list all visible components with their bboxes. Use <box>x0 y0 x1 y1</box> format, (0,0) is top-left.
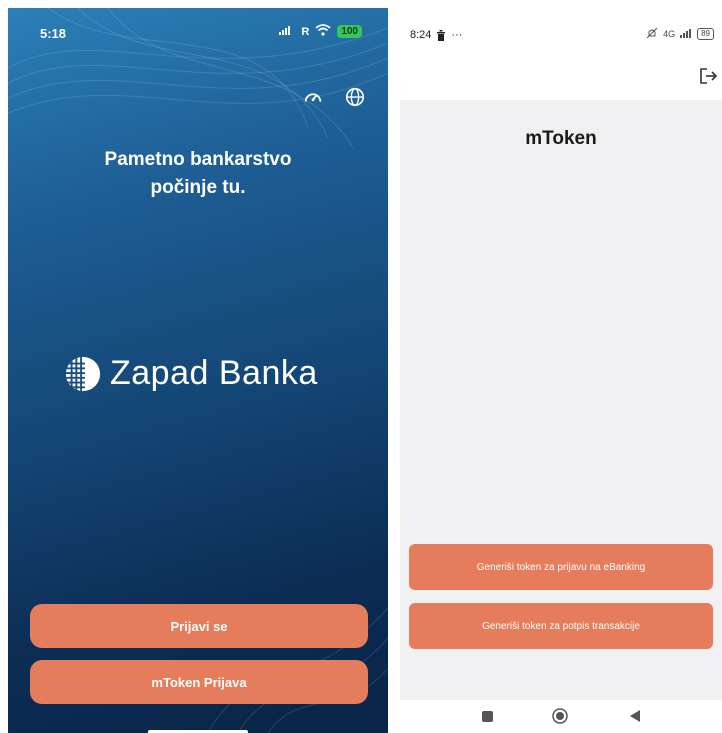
headline: Pametno bankarstvo počinje tu. <box>8 146 388 202</box>
status-icons: 4G 89 <box>646 27 714 41</box>
android-nav-bar <box>400 700 722 733</box>
mute-icon <box>646 27 658 41</box>
trash-icon <box>437 29 446 41</box>
battery-indicator: 100 <box>337 25 362 38</box>
mtoken-login-button[interactable]: mToken Prijava <box>30 660 368 704</box>
logout-icon[interactable] <box>698 66 718 86</box>
app-header: 8:24 ··· 4G 89 <box>400 8 722 100</box>
globe-icon[interactable] <box>344 86 366 108</box>
login-button[interactable]: Prijavi se <box>30 604 368 648</box>
home-icon[interactable] <box>552 708 568 724</box>
generate-transaction-token-button[interactable]: Generiši token za potpis transakcije <box>409 603 713 649</box>
status-time: 5:18 <box>40 26 67 41</box>
page-title: mToken <box>525 128 597 149</box>
speedometer-icon[interactable] <box>302 86 324 108</box>
generate-ebanking-token-button[interactable]: Generiši token za prijavu na eBanking <box>409 544 713 590</box>
headline-line-2: počinje tu. <box>150 177 246 198</box>
recents-icon[interactable] <box>482 711 493 722</box>
bank-globe-logo-icon <box>65 356 101 391</box>
status-time: 8:24 <box>410 29 432 41</box>
bank-name: Zapad Banka <box>110 354 318 392</box>
more-notifications: ··· <box>451 29 463 41</box>
battery-indicator: 89 <box>697 28 714 40</box>
status-bar: 5:18 R 100 <box>8 8 388 52</box>
signal-icon <box>680 28 692 40</box>
status-time-group: 8:24 ··· <box>410 29 462 41</box>
signal-icon <box>279 25 295 38</box>
wifi-icon <box>315 24 331 39</box>
network-label: 4G <box>663 29 676 39</box>
back-icon[interactable] <box>628 709 642 723</box>
headline-line-1: Pametno bankarstvo <box>104 149 292 170</box>
right-phone-screen: 8:24 ··· 4G 89 mToken Generiši token za … <box>400 8 722 733</box>
signal-label: R <box>301 25 310 38</box>
bank-logo: Zapad Banka <box>64 354 318 393</box>
left-phone-screen: 5:18 R 100 Pametno bankarstvo počinje tu… <box>8 8 388 733</box>
status-icons: R 100 <box>279 24 362 39</box>
top-icons <box>302 86 366 108</box>
